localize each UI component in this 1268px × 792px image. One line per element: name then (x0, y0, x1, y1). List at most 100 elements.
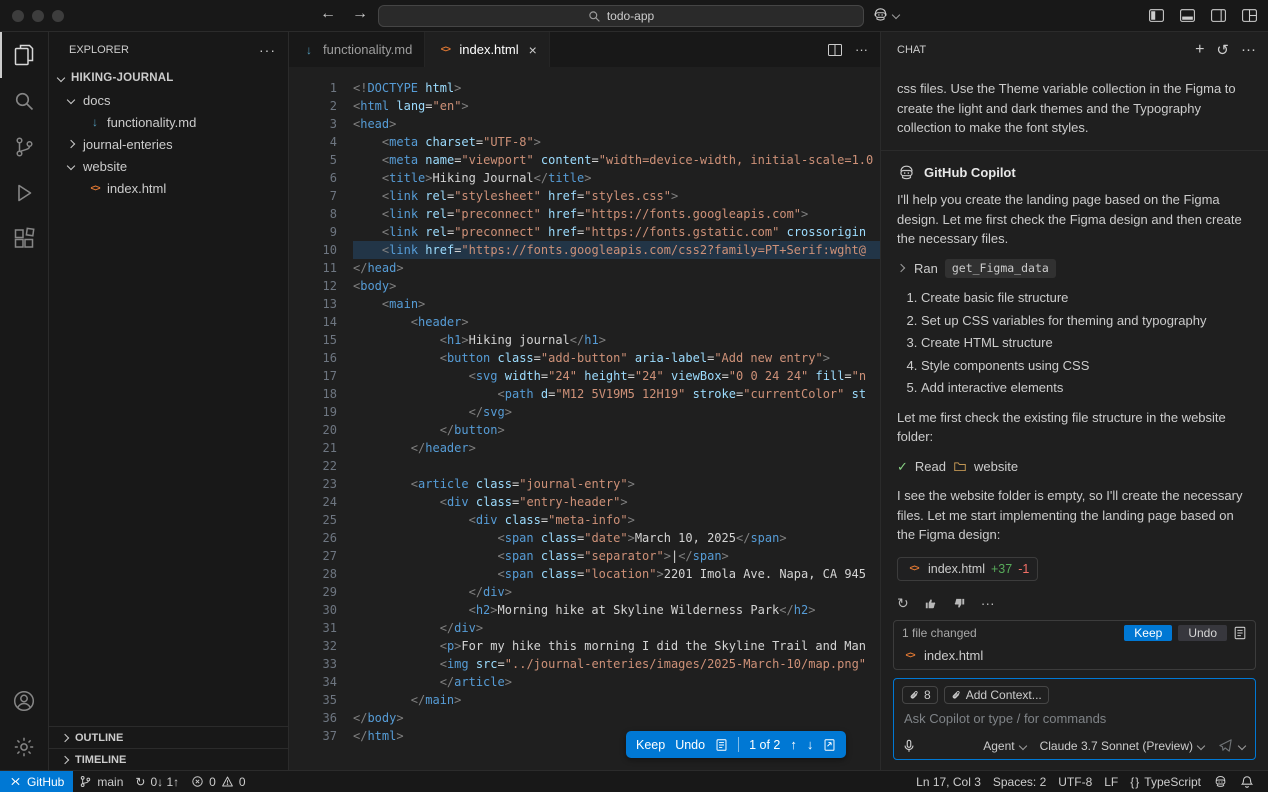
code-line[interactable]: <link rel="preconnect" href="https://fon… (353, 205, 880, 223)
model-selector[interactable]: Claude 3.7 Sonnet (Preview) (1040, 739, 1206, 753)
code-line[interactable]: <button class="add-button" aria-label="A… (353, 349, 880, 367)
tab-functionality-md[interactable]: ↓ functionality.md (289, 32, 425, 67)
code-line[interactable]: </body> (353, 709, 880, 727)
language-mode[interactable]: { } TypeScript (1124, 771, 1207, 792)
workspace-root-folder[interactable]: HIKING-JOURNAL (49, 67, 288, 89)
code-line[interactable]: <link rel="stylesheet" href="styles.css"… (353, 187, 880, 205)
code-line[interactable]: <body> (353, 277, 880, 295)
tree-item-journal-enteries[interactable]: journal-enteries (49, 133, 288, 155)
goto-file-icon[interactable] (823, 738, 836, 752)
attachments-chip[interactable]: 8 (902, 686, 938, 704)
close-window-icon[interactable] (12, 10, 24, 22)
code-line[interactable]: <article class="journal-entry"> (353, 475, 880, 493)
chat-history-icon[interactable]: ↺ (1216, 41, 1229, 59)
code-line[interactable]: <main> (353, 295, 880, 313)
chat-input-box[interactable]: 8 Add Context... Ask Copilot or type / f… (893, 678, 1256, 760)
encoding-indicator[interactable]: UTF-8 (1052, 771, 1098, 792)
forward-arrow-icon[interactable]: → (352, 5, 368, 23)
code-line[interactable]: </head> (353, 259, 880, 277)
code-line[interactable]: </div> (353, 619, 880, 637)
rerun-icon[interactable]: ↻ (897, 593, 909, 614)
tree-item-index-html[interactable]: <>index.html (49, 177, 288, 199)
code-line[interactable]: <html lang="en"> (353, 97, 880, 115)
code-line[interactable]: <meta charset="UTF-8"> (353, 133, 880, 151)
cursor-position[interactable]: Ln 17, Col 3 (910, 771, 987, 792)
mode-selector[interactable]: Agent (983, 739, 1027, 753)
tree-item-docs[interactable]: docs (49, 89, 288, 111)
code-line[interactable]: <link href="https://fonts.googleapis.com… (353, 241, 880, 259)
outline-section[interactable]: OUTLINE (49, 726, 288, 748)
tree-item-functionality-md[interactable]: ↓functionality.md (49, 111, 288, 133)
code-line[interactable]: </svg> (353, 403, 880, 421)
code-line[interactable]: <path d="M12 5V19M5 12H19" stroke="curre… (353, 385, 880, 403)
problems-indicator[interactable]: 0 0 (185, 771, 251, 792)
window-controls[interactable] (12, 10, 64, 22)
keep-edit-button[interactable]: Keep (636, 738, 665, 752)
message-more-icon[interactable]: ··· (981, 593, 995, 614)
timeline-section[interactable]: TIMELINE (49, 748, 288, 770)
toggle-panel-icon[interactable] (1179, 7, 1196, 24)
indentation-indicator[interactable]: Spaces: 2 (987, 771, 1052, 792)
code-line[interactable] (353, 457, 880, 475)
next-edit-icon[interactable]: ↓ (807, 737, 814, 752)
code-line[interactable]: <span class="location">2201 Imola Ave. N… (353, 565, 880, 583)
branch-indicator[interactable]: main (73, 771, 129, 792)
code-line[interactable]: <head> (353, 115, 880, 133)
add-context-chip[interactable]: Add Context... (944, 686, 1049, 704)
code-line[interactable]: <div class="meta-info"> (353, 511, 880, 529)
code-line[interactable]: <p>For my hike this morning I did the Sk… (353, 637, 880, 655)
code-line[interactable]: </button> (353, 421, 880, 439)
code-line[interactable]: <title>Hiking Journal</title> (353, 169, 880, 187)
thumbs-up-icon[interactable] (923, 596, 938, 611)
remote-indicator[interactable]: GitHub (0, 771, 73, 792)
code-line[interactable]: </main> (353, 691, 880, 709)
send-icon[interactable] (1218, 738, 1233, 753)
thumbs-down-icon[interactable] (952, 596, 967, 611)
toggle-secondary-sidebar-icon[interactable] (1210, 7, 1227, 24)
explorer-icon[interactable] (0, 32, 48, 78)
keep-all-button[interactable]: Keep (1124, 625, 1172, 641)
chat-input-field[interactable]: Ask Copilot or type / for commands (902, 710, 1247, 732)
tool-call-row[interactable]: Ran get_Figma_data (897, 259, 1252, 279)
code-line[interactable]: <h2>Morning hike at Skyline Wilderness P… (353, 601, 880, 619)
changed-file-chip[interactable]: <> index.html +37 -1 (897, 557, 1038, 582)
notifications-bell[interactable] (1234, 771, 1260, 792)
chat-more-icon[interactable]: ··· (1241, 41, 1256, 58)
microphone-icon[interactable] (902, 739, 916, 753)
code-line[interactable]: </header> (353, 439, 880, 457)
code-line[interactable]: </article> (353, 673, 880, 691)
command-center-search[interactable]: todo-app (378, 5, 864, 27)
run-debug-icon[interactable] (0, 170, 48, 216)
editor-more-icon[interactable]: ··· (855, 42, 868, 57)
explorer-more-icon[interactable]: ··· (259, 42, 276, 58)
account-icon[interactable] (0, 678, 48, 724)
code-line[interactable]: <div class="entry-header"> (353, 493, 880, 511)
code-line[interactable]: <span class="date">March 10, 2025</span> (353, 529, 880, 547)
changed-file-row[interactable]: <> index.html (894, 645, 1255, 669)
copilot-status[interactable] (1207, 771, 1234, 792)
settings-gear-icon[interactable] (0, 724, 48, 770)
maximize-window-icon[interactable] (52, 10, 64, 22)
send-options-chevron-icon[interactable] (1237, 741, 1247, 751)
code-line[interactable]: <!DOCTYPE html> (353, 79, 880, 97)
undo-all-button[interactable]: Undo (1178, 625, 1227, 641)
code-editor[interactable]: 1234567891011121314151617181920212223242… (289, 67, 880, 770)
search-sidebar-icon[interactable] (0, 78, 48, 124)
code-line[interactable]: <meta name="viewport" content="width=dev… (353, 151, 880, 169)
previous-edit-icon[interactable]: ↑ (790, 737, 797, 752)
back-arrow-icon[interactable]: ← (320, 5, 336, 23)
code-line[interactable]: <span class="separator">|</span> (353, 547, 880, 565)
undo-edit-button[interactable]: Undo (675, 738, 705, 752)
split-editor-icon[interactable] (827, 42, 843, 58)
code-line[interactable]: <svg width="24" height="24" viewBox="0 0… (353, 367, 880, 385)
customize-layout-icon[interactable] (1241, 7, 1258, 24)
open-diff-icon[interactable] (715, 738, 728, 752)
code-line[interactable]: <h1>Hiking journal</h1> (353, 331, 880, 349)
code-line[interactable]: </div> (353, 583, 880, 601)
code-line[interactable]: <header> (353, 313, 880, 331)
source-control-icon[interactable] (0, 124, 48, 170)
toggle-primary-sidebar-icon[interactable] (1148, 7, 1165, 24)
sync-indicator[interactable]: ↻ 0↓ 1↑ (129, 771, 185, 792)
extensions-icon[interactable] (0, 216, 48, 262)
new-chat-icon[interactable]: + (1195, 41, 1204, 59)
